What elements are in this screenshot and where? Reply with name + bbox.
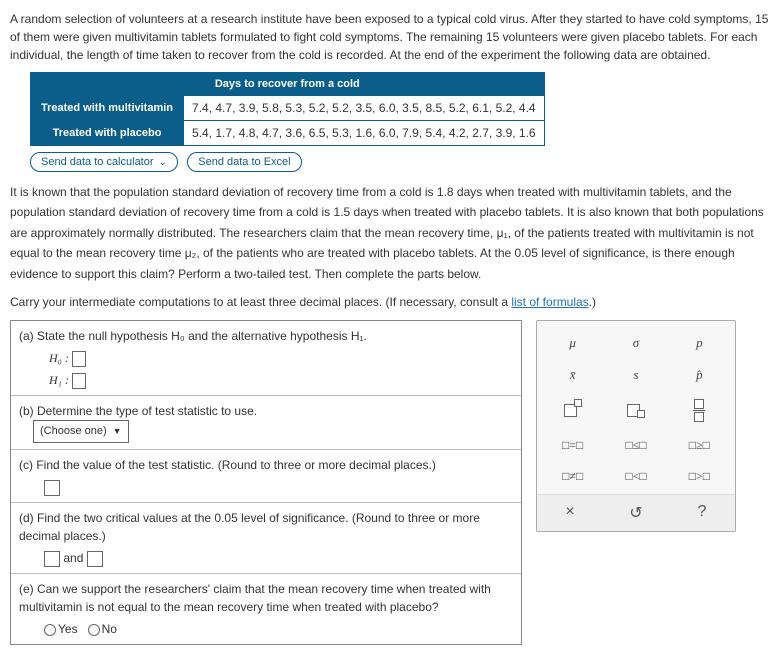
subscript-template[interactable] bbox=[604, 391, 667, 430]
row1-values: 7.4, 4.7, 3.9, 5.8, 5.3, 5.2, 5.2, 3.5, … bbox=[184, 96, 545, 121]
crit-val-1-input[interactable] bbox=[44, 551, 60, 567]
formulas-link[interactable]: list of formulas bbox=[511, 295, 588, 309]
equals-template[interactable]: □=□ bbox=[541, 430, 604, 461]
no-radio[interactable] bbox=[88, 624, 100, 636]
part-a: (a) State the null hypothesis H₀ and the… bbox=[11, 321, 521, 395]
test-stat-input[interactable] bbox=[44, 480, 60, 496]
s-symbol[interactable]: s bbox=[604, 359, 667, 391]
fraction-template[interactable] bbox=[668, 391, 731, 430]
part-c: (c) Find the value of the test statistic… bbox=[11, 449, 521, 502]
part-e: (e) Can we support the researchers' clai… bbox=[11, 573, 521, 644]
send-to-calculator-button[interactable]: Send data to calculator ⌄ bbox=[30, 152, 178, 172]
xbar-symbol[interactable]: x̄ bbox=[541, 359, 604, 391]
chevron-down-icon: ⌄ bbox=[159, 157, 167, 168]
row2-values: 5.4, 1.7, 4.8, 4.7, 3.6, 6.5, 5.3, 1.6, … bbox=[184, 121, 545, 146]
gt-template[interactable]: □>□ bbox=[668, 461, 731, 492]
p-symbol[interactable]: p bbox=[668, 327, 731, 359]
data-table: Days to recover from a cold Treated with… bbox=[30, 72, 545, 146]
table-header: Days to recover from a cold bbox=[31, 73, 545, 96]
test-statistic-select[interactable]: (Choose one)▼ bbox=[33, 420, 129, 443]
part-b: (b) Determine the type of test statistic… bbox=[11, 395, 521, 449]
explanation-text: It is known that the population standard… bbox=[10, 182, 770, 284]
lt-template[interactable]: □<□ bbox=[604, 461, 667, 492]
mu-symbol[interactable]: μ bbox=[541, 327, 604, 359]
help-button[interactable]: ? bbox=[669, 495, 735, 531]
le-template[interactable]: □≤□ bbox=[604, 430, 667, 461]
h1-input[interactable] bbox=[72, 373, 86, 389]
phat-symbol[interactable]: p̂ bbox=[668, 359, 731, 391]
carry-text: Carry your intermediate computations to … bbox=[10, 292, 770, 312]
intro-text: A random selection of volunteers at a re… bbox=[10, 10, 770, 64]
crit-val-2-input[interactable] bbox=[87, 551, 103, 567]
send-to-excel-button[interactable]: Send data to Excel bbox=[187, 152, 301, 172]
row1-label: Treated with multivitamin bbox=[31, 96, 184, 121]
send-buttons: Send data to calculator ⌄ Send data to E… bbox=[30, 152, 770, 172]
exponent-template[interactable] bbox=[541, 391, 604, 430]
ne-template[interactable]: □≠□ bbox=[541, 461, 604, 492]
ge-template[interactable]: □≥□ bbox=[668, 430, 731, 461]
reset-button[interactable]: ↺ bbox=[603, 495, 669, 531]
row2-label: Treated with placebo bbox=[31, 121, 184, 146]
yes-radio[interactable] bbox=[44, 624, 56, 636]
h0-input[interactable] bbox=[72, 351, 86, 367]
triangle-down-icon: ▼ bbox=[113, 425, 122, 439]
symbol-palette: μ σ p x̄ s p̂ □=□ □≤□ □≥□ □≠□ □<□ □>□ × … bbox=[536, 320, 736, 532]
sigma-symbol[interactable]: σ bbox=[604, 327, 667, 359]
part-d: (d) Find the two critical values at the … bbox=[11, 502, 521, 573]
clear-button[interactable]: × bbox=[537, 495, 603, 531]
parts-box: (a) State the null hypothesis H₀ and the… bbox=[10, 320, 522, 645]
send-calc-label: Send data to calculator bbox=[41, 156, 154, 168]
